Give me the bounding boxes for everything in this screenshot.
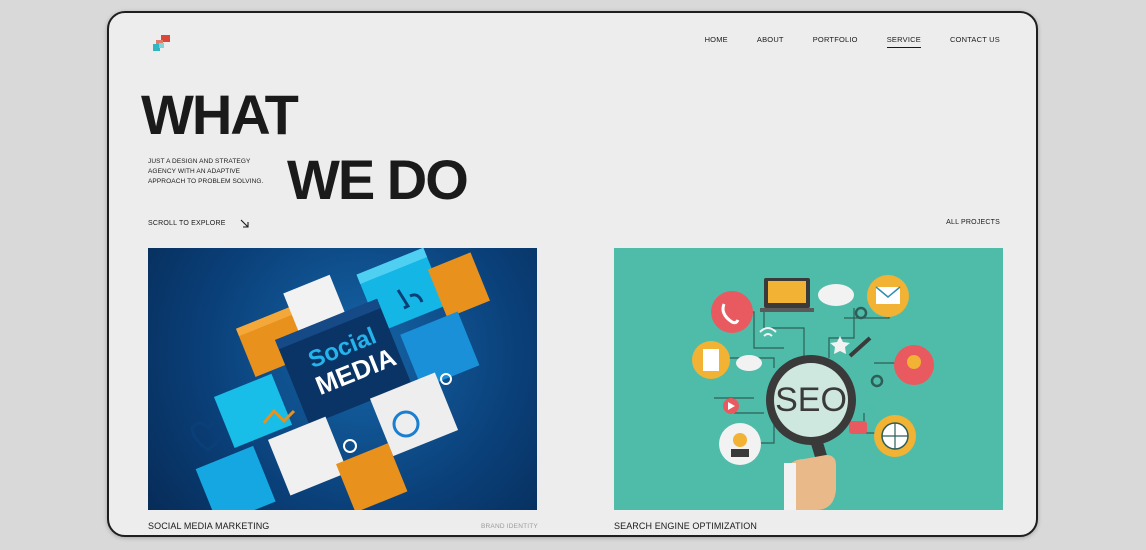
social-media-image[interactable]: Social MEDIA [148,248,537,510]
brand-logo[interactable] [153,35,173,53]
wrench-icon [848,336,872,358]
gear-icon [854,306,868,320]
nav-service[interactable]: SERVICE [886,35,921,48]
heart-icon [190,421,226,452]
wifi-icon [759,327,777,337]
nav-portfolio[interactable]: PORTFOLIO [813,35,858,48]
card-title-social-media[interactable]: SOCIAL MEDIA MARKETING [148,521,269,531]
chat-icon [849,421,867,434]
cloud-icon [818,284,854,306]
seo-image[interactable]: SEO [614,248,1003,510]
seo-text: SEO [775,381,847,419]
phone-icon [711,291,753,333]
scroll-label: SCROLL TO EXPLORE [148,220,226,227]
scroll-to-explore-link[interactable]: SCROLL TO EXPLORE [148,219,249,228]
arrow-down-right-icon [240,219,249,228]
all-projects-link[interactable]: ALL PROJECTS [946,219,1000,226]
card-tag-brand-identity: BRAND IDENTITY [481,523,538,530]
card-title-seo[interactable]: SEARCH ENGINE OPTIMIZATION [614,521,757,531]
nav-home[interactable]: HOME [705,35,728,48]
hero-heading-line-1: WHAT [141,83,299,146]
seo-illustration: SEO [692,275,934,510]
star-icon [830,336,850,354]
nav-about[interactable]: ABOUT [757,35,784,48]
nav-contact-us[interactable]: CONTACT US [950,35,1000,48]
social-media-illustration: Social MEDIA [190,248,490,510]
hero-heading-line-2: WE DO [287,148,469,211]
hero-tagline: JUST A DESIGN AND STRATEGY AGENCY WITH A… [148,158,264,185]
gear-small-icon [870,374,884,388]
main-nav: HOME ABOUT PORTFOLIO SERVICE CONTACT US [676,35,1000,48]
browser-frame: HOME ABOUT PORTFOLIO SERVICE CONTACT US … [107,11,1038,537]
people-icon [343,439,357,453]
cloud-small-icon [736,355,762,371]
